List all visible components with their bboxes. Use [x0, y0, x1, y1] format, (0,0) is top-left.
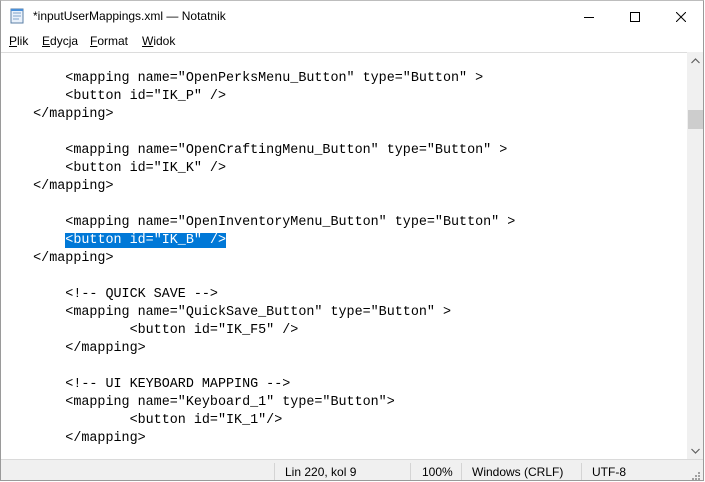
scroll-up-icon	[691, 57, 700, 63]
code-line: <!-- QUICK SAVE -->	[1, 287, 218, 302]
status-separator	[461, 463, 462, 480]
close-icon	[676, 11, 686, 22]
code-line: <mapping name="Keyboard_1" type="Button"…	[1, 395, 395, 410]
code-line-selected: <button id="IK_B" />	[1, 232, 227, 250]
text-editor[interactable]: <mapping name="OpenPerksMenu_Button" typ…	[1, 52, 687, 460]
status-separator	[581, 463, 582, 480]
cursor-position: Lin 220, kol 9	[285, 465, 357, 479]
selected-text: <button id="IK_B" />	[65, 233, 227, 248]
status-bar: Lin 220, kol 9 100% Windows (CRLF) UTF-8	[1, 459, 703, 481]
menu-plik[interactable]: Plik	[9, 34, 28, 48]
menu-edycja[interactable]: Edycja	[42, 34, 78, 48]
menu-edycja-accel: E	[42, 34, 51, 48]
resize-grip-icon[interactable]	[689, 469, 701, 481]
menu-edycja-label: dycja	[50, 34, 79, 48]
code-line: <button id="IK_K" />	[1, 161, 226, 176]
menu-format[interactable]: Format	[90, 34, 128, 48]
minimize-icon	[584, 16, 594, 18]
code-line: </mapping>	[1, 251, 114, 266]
menu-bar: Plik Edycja Format Widok	[1, 32, 703, 51]
scroll-down-button[interactable]	[687, 442, 703, 459]
code-line: <mapping name="OpenCraftingMenu_Button" …	[1, 143, 508, 158]
code-line: <mapping name="QuickSave_Button" type="B…	[1, 305, 451, 320]
code-line: <mapping name="OpenInventoryMenu_Button"…	[1, 215, 516, 230]
maximize-icon	[630, 11, 640, 22]
code-line: <button id="IK_P" />	[1, 89, 226, 104]
minimize-button[interactable]	[566, 1, 612, 32]
scroll-down-icon	[691, 448, 700, 454]
window-title: *inputUserMappings.xml — Notatnik	[33, 9, 226, 23]
menu-widok-label: idok	[153, 34, 176, 48]
title-bar[interactable]: *inputUserMappings.xml — Notatnik	[1, 1, 703, 32]
menu-widok-accel: W	[142, 34, 154, 48]
code-line: </mapping>	[1, 179, 114, 194]
close-button[interactable]	[658, 1, 703, 32]
scroll-up-button[interactable]	[687, 52, 703, 69]
vertical-scrollbar[interactable]	[687, 52, 703, 459]
code-line: </mapping>	[1, 107, 114, 122]
code-line: <button id="IK_F5" />	[1, 323, 299, 338]
notepad-icon	[10, 8, 24, 24]
code-line: <!-- UI KEYBOARD MAPPING -->	[1, 377, 291, 392]
menu-plik-accel: P	[9, 34, 18, 48]
menu-widok[interactable]: Widok	[142, 34, 175, 48]
zoom-level: 100%	[422, 465, 453, 479]
status-separator	[274, 463, 275, 480]
code-line: </mapping>	[1, 341, 146, 356]
code-line: <mapping name="OpenPerksMenu_Button" typ…	[1, 71, 484, 86]
code-line: </mapping>	[1, 431, 146, 446]
maximize-button[interactable]	[612, 1, 658, 32]
menu-format-label: ormat	[97, 34, 129, 48]
selection-indent	[1, 233, 65, 248]
scrollbar-thumb[interactable]	[688, 110, 703, 129]
notepad-window: *inputUserMappings.xml — Notatnik Plik E…	[0, 0, 704, 481]
code-line: <button id="IK_1"/>	[1, 413, 283, 428]
status-separator	[410, 463, 411, 480]
encoding: UTF-8	[592, 465, 626, 479]
menu-plik-label: lik	[17, 34, 29, 48]
line-endings: Windows (CRLF)	[472, 465, 564, 479]
